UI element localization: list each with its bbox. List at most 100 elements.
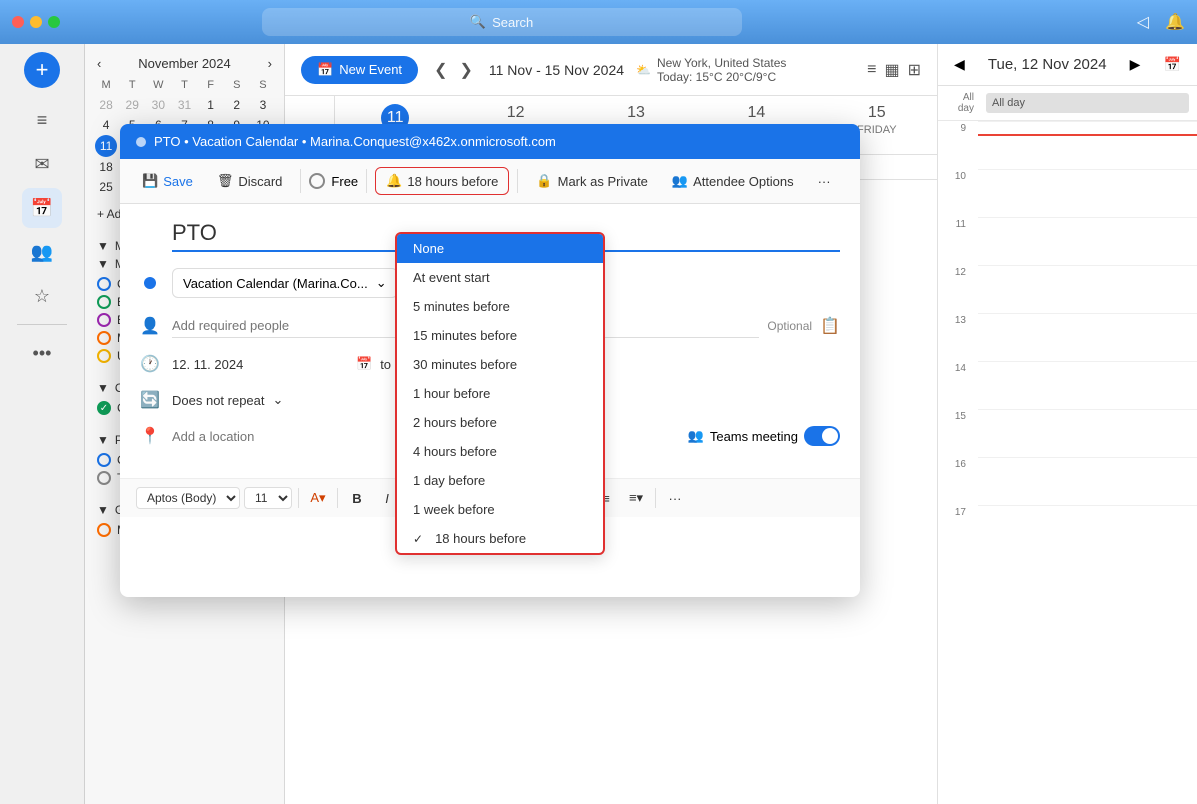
hour-col[interactable] (978, 313, 1197, 361)
hour-col[interactable] (978, 409, 1197, 457)
mini-cal-day[interactable]: 25 (93, 177, 119, 197)
hour-col[interactable] (978, 265, 1197, 313)
mark-private-button[interactable]: 🔒 Mark as Private (526, 168, 658, 194)
nav-prev[interactable]: ❮ (430, 56, 451, 84)
dropdown-item-18hr[interactable]: 18 hours before (397, 524, 603, 553)
mini-cal-day[interactable]: 31 (171, 95, 197, 115)
cal-checkbox (97, 313, 111, 327)
dropdown-item-1week[interactable]: 1 week before (397, 495, 603, 524)
dropdown-item-5min[interactable]: 5 minutes before (397, 292, 603, 321)
cal-checkbox (97, 331, 111, 345)
hour-col[interactable] (978, 217, 1197, 265)
dropdown-item-none[interactable]: None (397, 234, 603, 263)
sidebar-item-mail[interactable]: ✉ (22, 144, 62, 184)
mini-cal-day[interactable]: 29 (119, 95, 145, 115)
calendar-selector[interactable]: Vacation Calendar (Marina.Co... ⌄ (285, 268, 398, 298)
toolbar-separator (366, 169, 367, 193)
attendee-options-button[interactable]: 👥 Attendee Options (662, 168, 804, 194)
mini-cal-day[interactable]: 30 (145, 95, 171, 115)
more-format-button[interactable]: ··· (662, 485, 688, 511)
sidebar-item-calendar[interactable]: 📅 (22, 188, 62, 228)
bold-button[interactable]: B (344, 485, 370, 511)
reminder-label: 18 hours before (407, 174, 498, 189)
hour-row-9: 9 (938, 121, 1197, 169)
align-button[interactable]: ≡▾ (623, 485, 649, 511)
mini-cal-day[interactable]: 28 (93, 95, 119, 115)
dropdown-item-2hr[interactable]: 2 hours before (397, 408, 603, 437)
sidebar-item-contacts[interactable]: 👥 (22, 232, 62, 272)
hour-col[interactable] (978, 457, 1197, 505)
right-cal-view-icon[interactable]: 📅 (1164, 56, 1181, 73)
sidebar-hamburger[interactable]: ≡ (22, 100, 62, 140)
dropdown-item-30min[interactable]: 30 minutes before (397, 350, 603, 379)
font-size-select[interactable]: 11 (285, 487, 292, 509)
nav-next[interactable]: ❯ (455, 56, 476, 84)
more-options-button[interactable]: ··· (808, 169, 841, 194)
search-bar[interactable]: 🔍 Search (262, 8, 742, 36)
allday-event: All day (986, 93, 1189, 113)
view-toggle-icon[interactable]: ≡ (867, 61, 876, 79)
mini-cal-day[interactable]: 2 (224, 95, 250, 115)
modal-header: PTO • Vacation Calendar • Marina.Conques… (285, 124, 860, 159)
calendar-picker-icon[interactable]: 📅 (356, 356, 372, 372)
back-icon[interactable]: ◁ (1137, 12, 1149, 32)
date-separator: to (380, 357, 391, 372)
dropdown-item-label: At event start (413, 270, 490, 285)
free-toggle[interactable]: Free (309, 173, 358, 189)
mini-cal-day-today[interactable]: 11 (95, 135, 117, 157)
new-event-button[interactable]: 📅 New Event (301, 56, 418, 84)
reminder-button[interactable]: 🔔 18 hours before (375, 167, 509, 195)
hour-label: 9 (938, 121, 974, 169)
mark-private-label: Mark as Private (558, 174, 648, 189)
topbar-right: ≡ ▦ ⊞ (867, 60, 921, 80)
hour-row-15: 15 (938, 409, 1197, 457)
search-icon: 🔍 (470, 14, 486, 30)
hour-col[interactable] (978, 505, 1197, 553)
dropdown-item-label: 1 week before (413, 502, 495, 517)
mini-calendar-prev[interactable]: ‹ (97, 56, 101, 71)
mini-cal-day[interactable]: 4 (93, 115, 119, 135)
minimize-button[interactable] (30, 16, 42, 28)
mini-cal-day[interactable]: 1 (198, 95, 224, 115)
dropdown-item-4hr[interactable]: 4 hours before (397, 437, 603, 466)
view-grid-icon[interactable]: ⊞ (908, 60, 921, 80)
notification-icon[interactable]: 🔔 (1165, 12, 1185, 32)
hour-row-14: 14 (938, 361, 1197, 409)
search-label: Search (492, 15, 533, 30)
discard-button[interactable]: 🗑 Discard (285, 168, 292, 194)
free-label: Free (331, 174, 358, 189)
mini-calendar-next[interactable]: › (268, 56, 272, 71)
dropdown-item-label: 2 hours before (413, 415, 497, 430)
teams-switch[interactable] (804, 426, 840, 446)
add-attendee-icon[interactable]: 📋 (820, 316, 840, 336)
mini-cal-day[interactable]: 3 (250, 95, 276, 115)
new-event-sidebar-button[interactable]: + (24, 52, 60, 88)
date-from-input[interactable] (285, 357, 348, 372)
cal-checkbox (97, 471, 111, 485)
dropdown-item-1hr[interactable]: 1 hour before (397, 379, 603, 408)
hour-col[interactable] (978, 121, 1197, 169)
close-button[interactable] (12, 16, 24, 28)
text-color-button[interactable]: A▾ (305, 485, 331, 511)
time-grid: 9 10 11 12 13 14 (938, 121, 1197, 553)
sidebar-item-favorites[interactable]: ☆ (22, 276, 62, 316)
dropdown-item-1day[interactable]: 1 day before (397, 466, 603, 495)
hour-label: 14 (938, 361, 974, 409)
dropdown-item-label: 18 hours before (435, 531, 526, 546)
cal-checkbox (97, 277, 111, 291)
optional-button[interactable]: Optional (767, 319, 812, 333)
dropdown-item-15min[interactable]: 15 minutes before (397, 321, 603, 350)
hour-col[interactable] (978, 361, 1197, 409)
reminder-dropdown: None At event start 5 minutes before 15 … (395, 232, 605, 555)
right-cal-prev[interactable]: ◀ (954, 56, 965, 73)
hour-col[interactable] (978, 169, 1197, 217)
right-panel-header: ◀ Tue, 12 Nov 2024 ▶ 📅 (938, 44, 1197, 86)
dropdown-item-at-start[interactable]: At event start (397, 263, 603, 292)
attendees-icon: 👥 (672, 173, 688, 189)
view-expand-icon[interactable]: ▦ (884, 60, 899, 80)
sidebar-item-more[interactable]: ••• (22, 333, 62, 373)
right-cal-next[interactable]: ▶ (1130, 56, 1141, 73)
mini-cal-day[interactable]: 18 (93, 157, 119, 177)
lock-icon: 🔒 (536, 173, 552, 189)
maximize-button[interactable] (48, 16, 60, 28)
